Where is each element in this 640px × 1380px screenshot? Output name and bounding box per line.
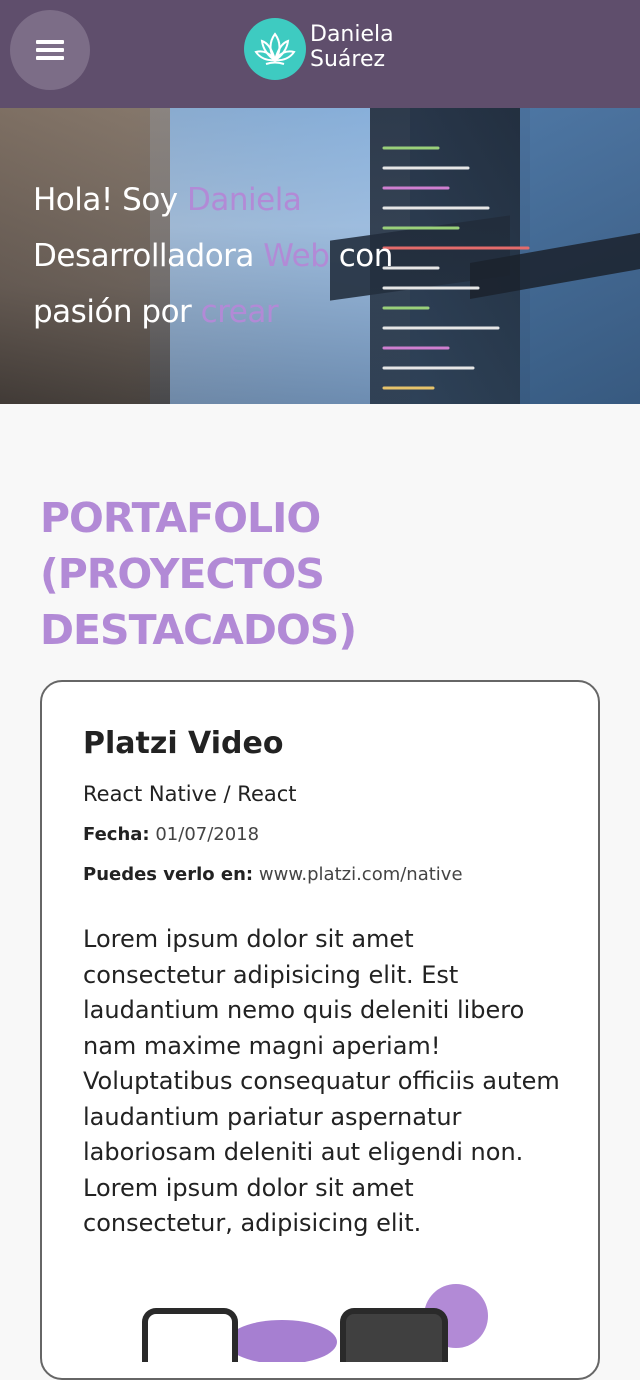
hero-greeting: Hola! Soy bbox=[33, 182, 188, 218]
menu-button[interactable] bbox=[10, 10, 90, 90]
project-tech: React Native / React bbox=[83, 782, 297, 806]
hero-line-1: Hola! Soy Daniela bbox=[33, 172, 453, 228]
hamburger-menu-icon bbox=[36, 40, 64, 44]
hero-passion: pasión por bbox=[33, 294, 201, 330]
project-date-value: 01/07/2018 bbox=[155, 824, 260, 845]
logo-text: Daniela Suárez bbox=[310, 22, 394, 72]
hero-line-3: pasión por crear bbox=[33, 284, 453, 340]
hero-name: Daniela bbox=[187, 182, 302, 218]
top-header: Daniela Suárez bbox=[0, 0, 640, 108]
site-logo[interactable]: Daniela Suárez bbox=[244, 18, 414, 80]
hero-role: Desarrolladora bbox=[33, 238, 264, 274]
project-link-value[interactable]: www.platzi.com/native bbox=[259, 864, 463, 885]
hamburger-menu-icon-bar bbox=[36, 48, 64, 52]
hero-passion-accent: crear bbox=[200, 294, 279, 330]
logo-first-name: Daniela bbox=[310, 22, 394, 47]
hero-heading: Hola! Soy Daniela Desarrolladora Web con… bbox=[33, 172, 453, 340]
project-date: Fecha: 01/07/2018 bbox=[83, 824, 259, 845]
hero-role-end: con bbox=[329, 238, 394, 274]
portfolio-title: PORTAFOLIO (PROYECTOS DESTACADOS) bbox=[40, 494, 357, 654]
project-link: Puedes verlo en: www.platzi.com/native bbox=[83, 864, 463, 885]
hero-banner: Hola! Soy Daniela Desarrolladora Web con… bbox=[0, 108, 640, 404]
project-link-label: Puedes verlo en: bbox=[83, 864, 254, 885]
lotus-icon bbox=[244, 18, 306, 80]
logo-last-name: Suárez bbox=[310, 47, 386, 72]
hero-role-accent: Web bbox=[263, 238, 330, 274]
project-title: Platzi Video bbox=[83, 726, 284, 761]
project-card[interactable]: Platzi Video React Native / React Fecha:… bbox=[40, 680, 600, 1380]
project-preview-image bbox=[142, 1284, 488, 1362]
hero-line-2: Desarrolladora Web con bbox=[33, 228, 453, 284]
project-date-label: Fecha: bbox=[83, 824, 150, 845]
hamburger-menu-icon-bar bbox=[36, 56, 64, 60]
project-description: Lorem ipsum dolor sit amet consectetur a… bbox=[83, 925, 560, 1237]
